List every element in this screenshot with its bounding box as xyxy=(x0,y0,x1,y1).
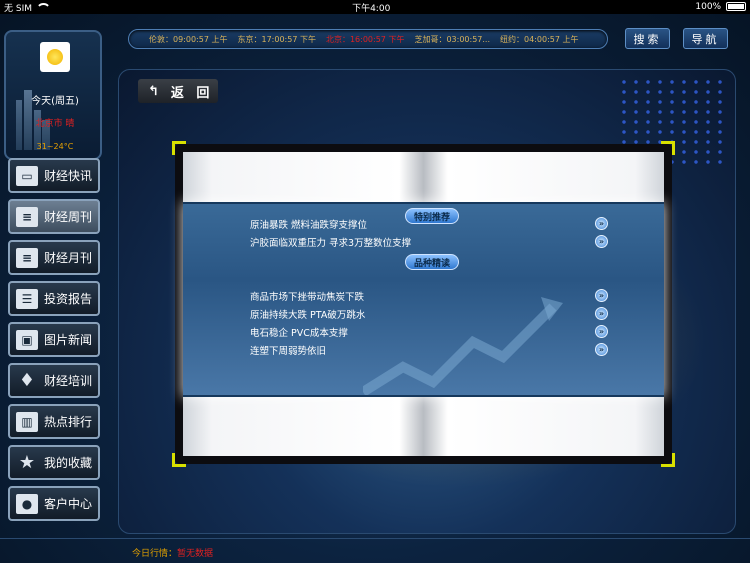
graduation-cap-icon: ♦ xyxy=(18,370,36,391)
article-link[interactable]: 商品市场下挫带动焦炭下跌 xyxy=(250,289,595,303)
chevron-right-icon[interactable]: » xyxy=(595,307,608,320)
wifi-icon xyxy=(36,3,51,11)
chevron-right-icon[interactable]: » xyxy=(595,217,608,230)
sidebar-item-label: 财经周刊 xyxy=(44,210,93,224)
weather-city: 北京市 晴 xyxy=(35,119,75,129)
sidebar-item-label: 财经月刊 xyxy=(44,251,93,265)
back-button[interactable]: ↰ 返 回 xyxy=(138,79,218,103)
article-list-panel: 特别推荐 原油暴跌 燃料油跌穿支撑位 » 沪胶面临双重压力 寻求3万整数位支撑 … xyxy=(183,202,664,397)
sidebar-item-label: 热点排行 xyxy=(44,415,93,429)
ticker-item: 北京：16:00:57 下午 xyxy=(325,34,405,44)
clock-label: 下午4:00 xyxy=(352,3,391,14)
sidebar-item-training[interactable]: ♦ 财经培训 xyxy=(8,363,100,398)
report-icon: ☰ xyxy=(16,288,38,309)
sidebar-item-label: 我的收藏 xyxy=(44,456,93,470)
article-link[interactable]: 沪胶面临双重压力 寻求3万整数位支撑 xyxy=(250,235,595,249)
main-panel: ↰ 返 回 特别推荐 原油暴跌 燃料油跌穿支撑位 » 沪胶面临双重压力 寻求3万… xyxy=(118,69,736,534)
market-status-value: 暂无数据 xyxy=(177,549,214,559)
battery-icon xyxy=(725,2,746,11)
back-arrow-icon: ↰ xyxy=(148,83,163,99)
sidebar-item-customer-center[interactable]: ● 客户中心 xyxy=(8,486,100,521)
monitor-icon: ▭ xyxy=(16,165,38,186)
chevron-right-icon[interactable]: » xyxy=(595,235,608,248)
sidebar-item-label: 财经快讯 xyxy=(44,169,93,183)
sun-icon xyxy=(40,42,70,72)
magazine-book: 特别推荐 原油暴跌 燃料油跌穿支撑位 » 沪胶面临双重压力 寻求3万整数位支撑 … xyxy=(172,141,675,467)
bar-chart-icon: ▥ xyxy=(16,411,38,432)
market-status-label: 今日行情： xyxy=(132,549,178,559)
sidebar-item-investment-report[interactable]: ☰ 投资报告 xyxy=(8,281,100,316)
ticker-item: 东京：17:00:57 下午 xyxy=(237,34,316,44)
status-bar: 无 SIM 下午4:00 100% xyxy=(0,0,750,14)
article-link[interactable]: 电石稳企 PVC成本支撑 xyxy=(250,325,595,339)
sidebar-item-news-flash[interactable]: ▭ 财经快讯 xyxy=(8,158,100,193)
chevron-right-icon[interactable]: » xyxy=(595,343,608,356)
sidebar-item-monthly[interactable]: ≡ 财经月刊 xyxy=(8,240,100,275)
sidebar-item-label: 客户中心 xyxy=(44,497,93,511)
world-clock-ticker: 伦敦：09:00:57 上午 东京：17:00:57 下午 北京：16:00:5… xyxy=(128,29,608,49)
footer-divider xyxy=(0,538,750,539)
weather-panel: 今天(周五) 北京市 晴 31~24°C xyxy=(4,30,102,160)
carrier-label: 无 SIM xyxy=(4,3,32,14)
document-icon: ≡ xyxy=(16,247,38,268)
picture-icon: ▣ xyxy=(16,329,38,350)
sidebar-item-label: 投资报告 xyxy=(44,292,93,306)
market-status: 今日行情：暂无数据 xyxy=(132,546,213,559)
section-title: 品种精读 xyxy=(405,254,460,270)
ticker-item: 芝加哥：03:00:57... xyxy=(414,34,491,44)
navigation-button[interactable]: 导航 xyxy=(683,28,728,49)
back-label: 返 回 xyxy=(170,85,214,101)
user-icon: ● xyxy=(16,493,38,514)
app-background: 今天(周五) 北京市 晴 31~24°C 伦敦：09:00:57 上午 东京：1… xyxy=(0,14,750,563)
sidebar-item-label: 财经培训 xyxy=(44,374,93,388)
sidebar-item-hot-ranking[interactable]: ▥ 热点排行 xyxy=(8,404,100,439)
weather-temperature: 31~24°C xyxy=(36,142,74,151)
search-button[interactable]: 搜索 xyxy=(625,28,670,49)
ticker-item: 纽约：04:00:57 上午 xyxy=(500,34,579,44)
document-icon: ≡ xyxy=(16,206,38,227)
ticker-item: 伦敦：09:00:57 上午 xyxy=(149,34,228,44)
sidebar-item-weekly[interactable]: ≡ 财经周刊 xyxy=(8,199,100,234)
sidebar-item-photo-news[interactable]: ▣ 图片新闻 xyxy=(8,322,100,357)
weather-day: 今天(周五) xyxy=(31,96,79,107)
chevron-right-icon[interactable]: » xyxy=(595,289,608,302)
article-link[interactable]: 原油持续大跌 PTA破万跳水 xyxy=(250,307,595,321)
sidebar-item-favorites[interactable]: ★ 我的收藏 xyxy=(8,445,100,480)
sidebar-item-label: 图片新闻 xyxy=(44,333,93,347)
article-link[interactable]: 原油暴跌 燃料油跌穿支撑位 xyxy=(250,217,595,231)
chevron-right-icon[interactable]: » xyxy=(595,325,608,338)
book-pages: 特别推荐 原油暴跌 燃料油跌穿支撑位 » 沪胶面临双重压力 寻求3万整数位支撑 … xyxy=(183,152,664,456)
battery-label: 100% xyxy=(695,2,722,12)
star-icon: ★ xyxy=(18,452,36,473)
article-link[interactable]: 连塑下周弱势依旧 xyxy=(250,343,595,357)
